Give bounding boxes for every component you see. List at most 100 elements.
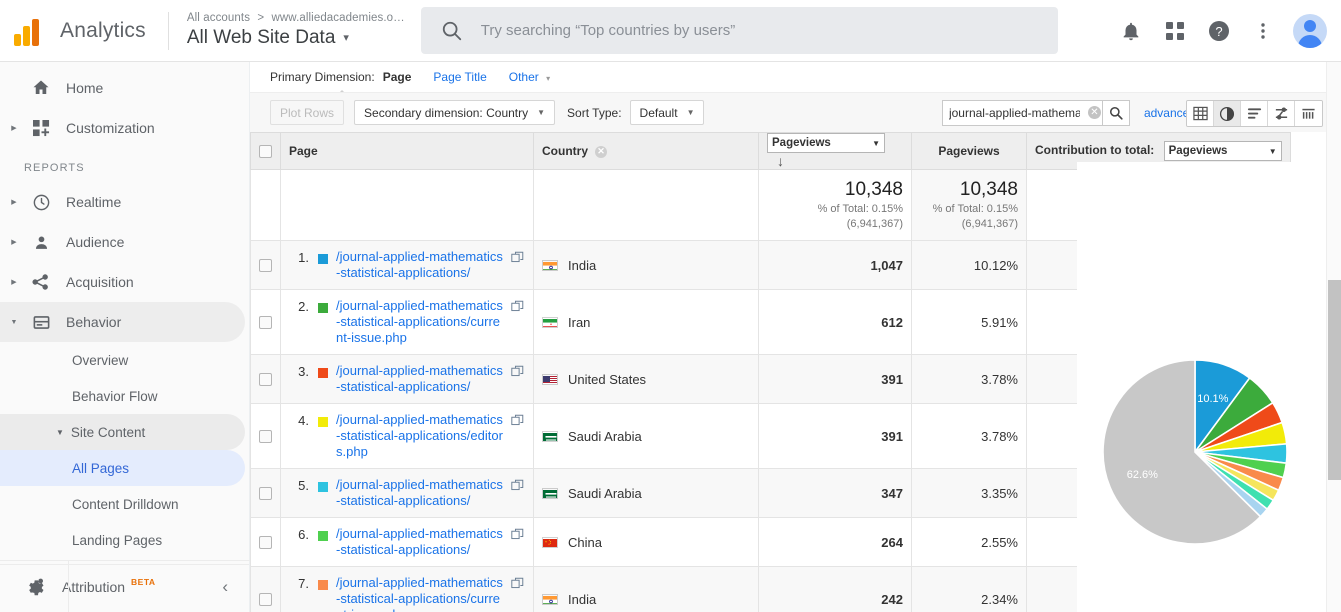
primary-dimension-page[interactable]: Page [383,70,412,84]
page-link[interactable]: /journal-applied-mathematics-statistical… [336,249,507,281]
secondary-dimension-button[interactable]: Secondary dimension: Country ▼ [354,100,555,125]
primary-dimension-other-label: Other [509,70,539,84]
row-checkbox[interactable] [259,536,272,549]
sidebar-item-landing-pages[interactable]: Landing Pages [0,522,249,558]
header-divider [168,12,169,50]
totals-contrib-pct: % of Total: 0.15% [920,202,1018,217]
table-view-icon[interactable] [1187,101,1214,126]
page-cell: 2./journal-applied-mathematics-statistic… [281,290,534,355]
row-checkbox-cell[interactable] [251,241,281,290]
header-country[interactable]: Country✕ [534,133,759,170]
sidebar-item-home[interactable]: Home [0,68,249,108]
sidebar-item-overview[interactable]: Overview [0,342,249,378]
plot-rows-button[interactable]: Plot Rows [270,100,344,125]
open-external-icon[interactable] [511,528,525,544]
svg-text:?: ? [1215,24,1222,39]
sidebar-item-site-content[interactable]: ▼ Site Content [0,414,245,450]
pie-view-icon[interactable] [1214,101,1241,126]
performance-view-icon[interactable] [1241,101,1268,126]
comparison-view-icon[interactable] [1268,101,1295,126]
row-checkbox[interactable] [259,259,272,272]
sort-descending-icon[interactable]: ↓ [777,153,784,169]
country-cell: India [534,241,759,290]
clock-icon [24,193,58,212]
page-cell: 1. /journal-applied-mathematics-statistic… [281,241,534,290]
row-checkbox-cell[interactable] [251,518,281,567]
page-link[interactable]: /journal-applied-mathematics-statistical… [336,412,507,460]
global-search[interactable] [421,7,1058,54]
sidebar-item-customization[interactable]: ▶ Customization [0,108,249,148]
chevron-down-icon: ▼ [537,108,545,117]
sidebar-item-audience[interactable]: ▶ Audience [0,222,249,262]
breadcrumb-accounts: All accounts [187,12,250,24]
sidebar-item-realtime[interactable]: ▶ Realtime [0,182,249,222]
header-pageviews[interactable]: Pageviews [912,133,1027,170]
open-external-icon[interactable] [511,251,525,267]
row-checkbox-cell[interactable] [251,290,281,355]
help-icon[interactable]: ? [1199,11,1239,51]
more-vertical-icon[interactable] [1243,11,1283,51]
page-link[interactable]: /journal-applied-mathematics-statistical… [336,477,507,509]
row-checkbox[interactable] [259,373,272,386]
page-link[interactable]: /journal-applied-mathematics-statistical… [336,363,507,395]
header-page[interactable]: Page [281,133,534,170]
row-checkbox-cell[interactable] [251,567,281,612]
pie-chart[interactable]: 10.1%62.6% [1095,352,1295,557]
open-external-icon[interactable] [511,479,525,495]
series-color-swatch [318,417,328,427]
row-checkbox-cell[interactable] [251,404,281,469]
page-link[interactable]: /journal-applied-mathematics-statistical… [336,575,507,612]
row-checkbox[interactable] [259,316,272,329]
gear-icon[interactable] [0,577,68,597]
row-checkbox[interactable] [259,487,272,500]
row-checkbox-cell[interactable] [251,355,281,404]
totals-pageviews-value: 10,348 [767,178,903,202]
sidebar-item-acquisition[interactable]: ▶ Acquisition [0,262,249,302]
pivot-view-icon[interactable] [1295,101,1322,126]
row-checkbox-cell[interactable] [251,469,281,518]
avatar[interactable] [1293,14,1327,48]
vertical-scrollbar[interactable] [1326,62,1341,612]
open-external-icon[interactable] [511,365,525,381]
primary-dimension-page-title[interactable]: Page Title [433,70,486,84]
filter-search-button[interactable] [1102,100,1130,126]
remove-dimension-icon[interactable]: ✕ [595,146,607,158]
scrollbar-thumb[interactable] [1328,280,1341,480]
sidebar-item-all-pages[interactable]: All Pages [0,450,245,486]
metric-select-value: Pageviews [772,137,831,149]
sidebar-item-label: Acquisition [66,274,134,290]
primary-dimension-other[interactable]: Other ▾ [509,70,550,84]
behavior-icon [24,313,58,332]
select-all-checkbox[interactable] [259,145,272,158]
open-external-icon[interactable] [511,414,525,430]
grid-apps-icon[interactable] [1155,11,1195,51]
country-name: Saudi Arabia [568,486,642,501]
select-all-header[interactable] [251,133,281,170]
footer-divider [68,561,69,612]
sidebar-item-behavior[interactable]: ▼ Behavior [0,302,245,342]
sidebar-item-label: Audience [66,234,124,250]
home-icon [24,79,58,97]
sort-type-button[interactable]: Default ▼ [630,100,705,125]
row-checkbox[interactable] [259,593,272,606]
open-external-icon[interactable] [511,577,525,593]
search-input[interactable] [481,22,1044,39]
page-link[interactable]: /journal-applied-mathematics-statistical… [336,298,507,346]
sidebar-item-behavior-flow[interactable]: Behavior Flow [0,378,249,414]
contribution-select[interactable]: Pageviews ▼ [1164,141,1282,161]
totals-pageviews-pct: % of Total: 0.15% [767,202,903,217]
bell-icon[interactable] [1111,11,1151,51]
filter-input[interactable] [942,100,1102,126]
view-selector[interactable]: All Web Site Data ▾ [187,25,405,51]
account-selector[interactable]: All accounts > www.alliedacademies.o… Al… [187,11,405,51]
sidebar-item-content-drilldown[interactable]: Content Drilldown [0,486,249,522]
page-link[interactable]: /journal-applied-mathematics-statistical… [336,526,507,558]
row-index: 1. [289,249,309,265]
clear-filter-icon[interactable]: ✕ [1088,106,1101,119]
open-external-icon[interactable] [511,300,525,316]
contribution-label: Contribution to total: [1035,143,1154,157]
row-checkbox[interactable] [259,430,272,443]
chevron-left-icon[interactable]: ‹ [222,577,228,597]
metric-select[interactable]: Pageviews ▼ [767,133,885,153]
sidebar-item-label: Behavior [66,314,121,330]
